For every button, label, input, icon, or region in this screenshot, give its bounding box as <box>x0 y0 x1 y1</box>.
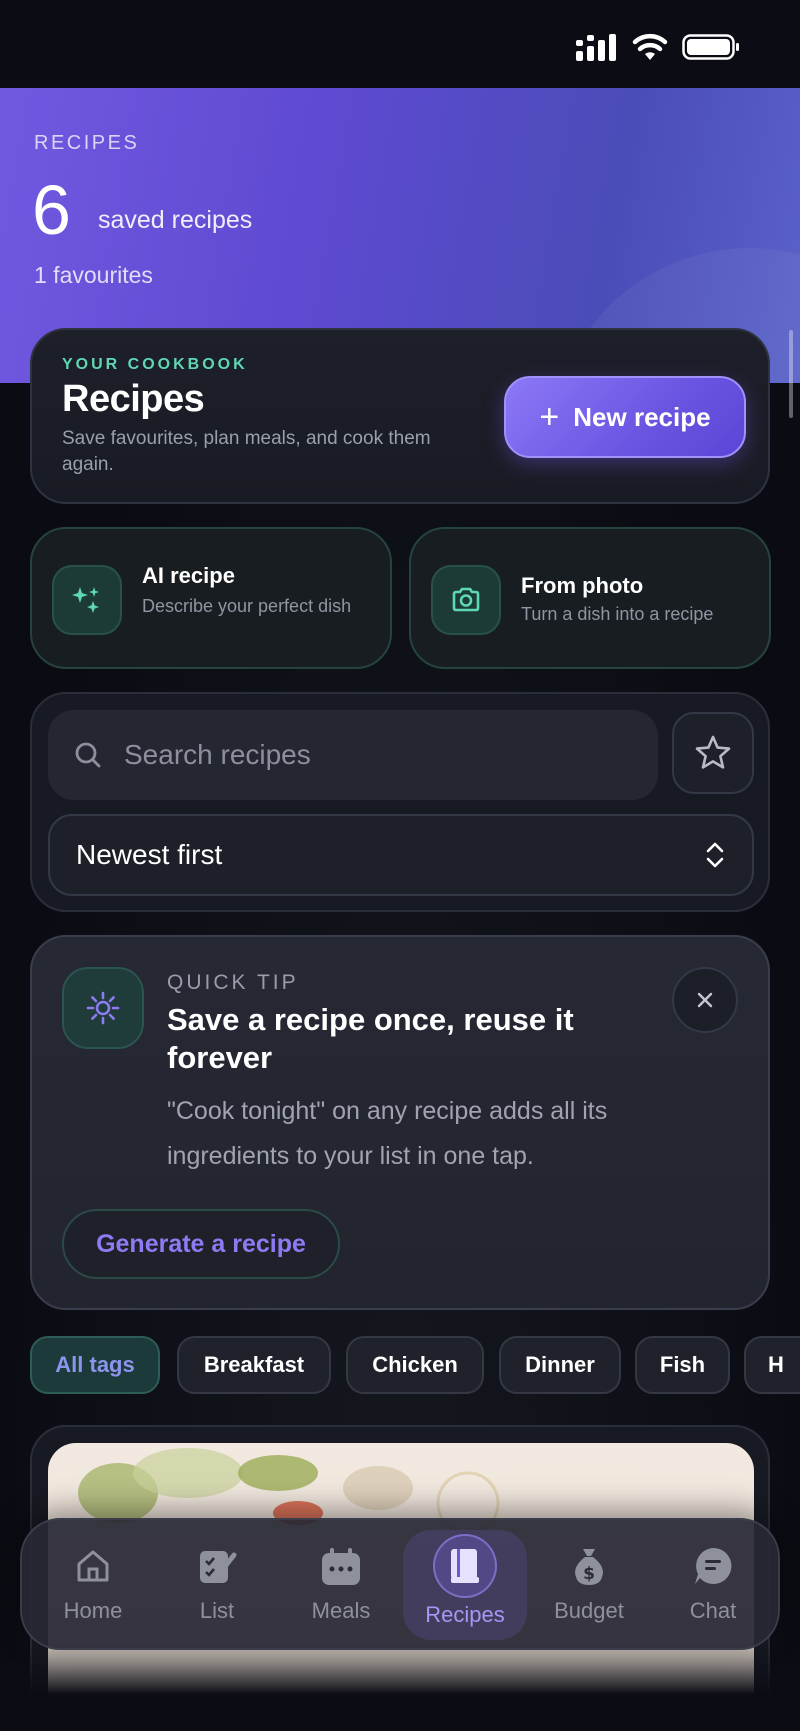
tag-chip[interactable]: Chicken <box>346 1336 484 1394</box>
quick-tip-card: QUICK TIP Save a recipe once, reuse it f… <box>30 935 770 1310</box>
status-bar <box>0 0 800 88</box>
tip-title: Save a recipe once, reuse it forever <box>167 1002 574 1075</box>
camera-icon <box>431 565 501 635</box>
tab-home[interactable]: Home <box>31 1530 155 1640</box>
search-filter-card: Newest first <box>30 692 770 912</box>
tab-home-label: Home <box>63 1598 123 1623</box>
from-photo-subtitle: Turn a dish into a recipe <box>521 604 714 624</box>
favourites-filter-button[interactable] <box>672 712 754 794</box>
tab-meals[interactable]: Meals <box>279 1530 403 1640</box>
from-photo-title: From photo <box>521 573 644 598</box>
tab-budget-label: Budget <box>554 1598 624 1623</box>
tag-chip[interactable]: Fish <box>635 1336 730 1394</box>
tag-chip-all[interactable]: All tags <box>30 1336 160 1394</box>
star-icon <box>695 735 731 769</box>
search-input[interactable] <box>124 739 658 771</box>
sort-select[interactable]: Newest first <box>48 814 754 896</box>
tab-chat[interactable]: Chat <box>651 1530 775 1640</box>
favourites-count: 1 favourites <box>34 262 153 288</box>
recipes-screen: RECIPES 6 saved recipes 1 favourites YOU… <box>0 0 800 1731</box>
new-recipe-label: New recipe <box>573 401 711 432</box>
tab-list[interactable]: List <box>155 1530 279 1640</box>
new-recipe-button[interactable]: + New recipe <box>504 376 746 458</box>
cookbook-kicker: YOUR COOKBOOK <box>62 356 248 373</box>
hero-kicker: RECIPES <box>34 132 140 154</box>
book-icon <box>433 1534 497 1598</box>
saved-count-label: saved recipes <box>98 206 253 234</box>
ai-recipe-card[interactable]: AI recipe Describe your perfect dish <box>30 527 392 669</box>
wifi-icon <box>632 33 668 60</box>
sun-icon <box>62 967 144 1049</box>
saved-count: 6 <box>32 171 71 249</box>
chat-icon <box>691 1544 735 1588</box>
from-photo-card[interactable]: From photo Turn a dish into a recipe <box>409 527 771 669</box>
tab-meals-label: Meals <box>311 1598 371 1623</box>
sort-selected-value: Newest first <box>76 839 223 870</box>
close-icon <box>697 992 713 1008</box>
cookbook-subtitle: Save favourites, plan meals, and cook th… <box>62 428 431 475</box>
tip-kicker: QUICK TIP <box>167 971 299 994</box>
dismiss-tip-button[interactable] <box>672 967 738 1033</box>
chevron-up-down-icon <box>706 842 724 868</box>
tab-budget[interactable]: $ Budget <box>527 1530 651 1640</box>
tag-chip[interactable]: Dinner <box>499 1336 621 1394</box>
ai-recipe-subtitle: Describe your perfect dish <box>142 596 352 616</box>
money-bag-icon: $ <box>567 1544 611 1588</box>
calendar-icon <box>319 1544 363 1588</box>
sparkles-icon <box>52 565 122 635</box>
checklist-icon <box>195 1544 239 1588</box>
signal-icon <box>576 34 616 61</box>
tag-filter-bar: All tags Breakfast Chicken Dinner Fish H <box>30 1336 800 1396</box>
tab-chat-label: Chat <box>689 1598 737 1623</box>
svg-text:$: $ <box>583 1564 595 1584</box>
plus-icon: + <box>539 398 560 436</box>
ai-recipe-title: AI recipe <box>142 563 235 588</box>
tab-list-label: List <box>199 1598 235 1623</box>
bottom-tab-bar: Home List Meals Recipes $ Budget Chat <box>20 1518 780 1650</box>
tab-recipes[interactable]: Recipes <box>403 1530 527 1640</box>
cookbook-card: YOUR COOKBOOK Recipes Save favourites, p… <box>30 328 770 504</box>
search-icon <box>75 742 101 768</box>
bottom-fade <box>0 1640 800 1731</box>
tag-chip[interactable]: H <box>744 1336 800 1394</box>
tag-chip[interactable]: Breakfast <box>177 1336 331 1394</box>
tip-body: "Cook tonight" on any recipe adds all it… <box>167 1097 608 1170</box>
search-box[interactable] <box>48 710 658 800</box>
battery-icon <box>682 34 739 60</box>
home-icon <box>71 1544 115 1588</box>
scrollbar[interactable] <box>789 330 793 418</box>
page-title: Recipes <box>62 378 205 420</box>
generate-recipe-button[interactable]: Generate a recipe <box>62 1209 340 1279</box>
tab-recipes-label: Recipes <box>425 1602 505 1627</box>
